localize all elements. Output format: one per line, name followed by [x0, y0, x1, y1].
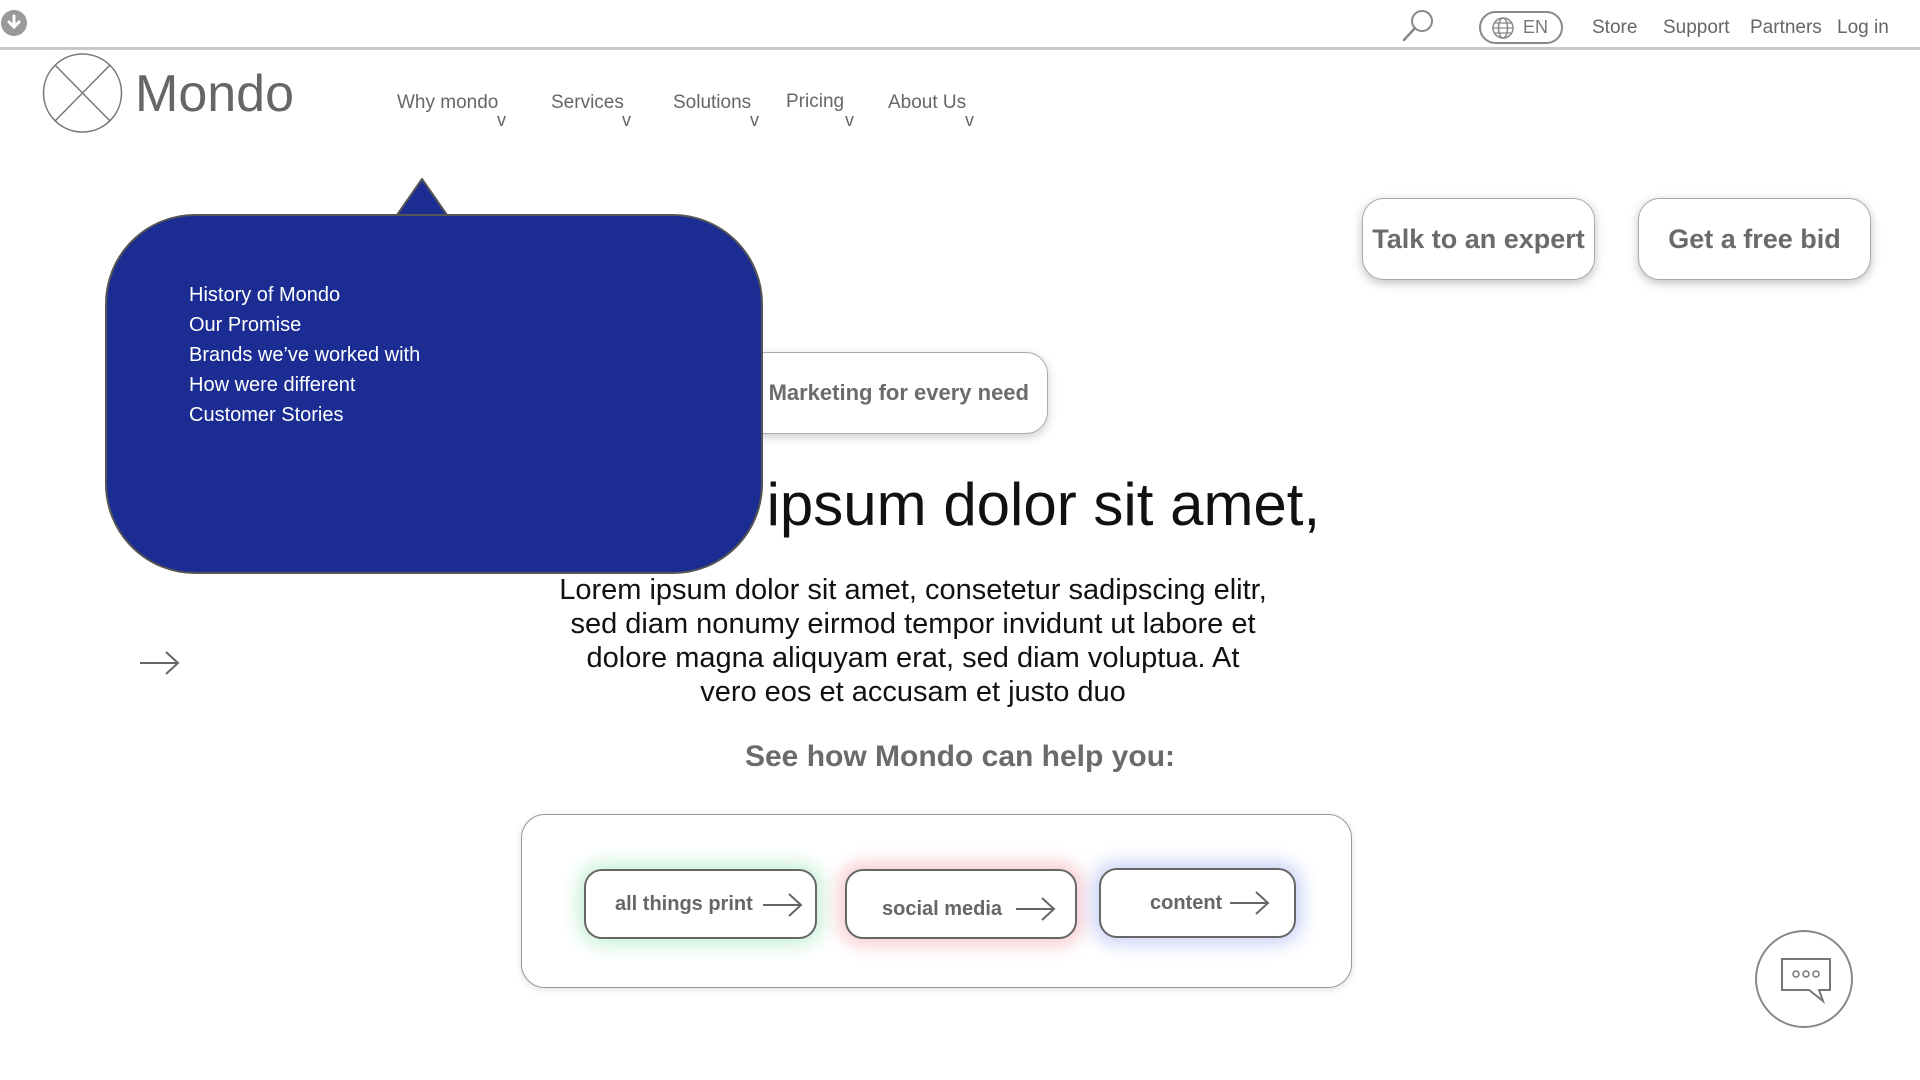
chevron-down-icon[interactable]: v — [965, 110, 974, 131]
utility-bar: EN Store Support Partners Log in — [0, 0, 1920, 50]
arrow-right-icon — [763, 893, 803, 917]
login-link[interactable]: Log in — [1837, 17, 1889, 39]
hero-body: Lorem ipsum dolor sit amet, consetetur s… — [559, 574, 1267, 708]
partners-link[interactable]: Partners — [1750, 17, 1822, 39]
dropdown-pointer — [396, 178, 448, 216]
content-button[interactable]: content — [1099, 868, 1296, 938]
chevron-down-icon[interactable]: v — [845, 110, 854, 131]
chat-bubble-icon — [1781, 958, 1831, 1004]
all-things-print-button[interactable]: all things print — [584, 869, 817, 939]
helper-heading: See how Mondo can help you: — [744, 740, 1176, 773]
nav-about-us[interactable]: About Us — [888, 92, 966, 114]
chat-button[interactable] — [1755, 930, 1853, 1028]
arrow-right-icon — [1016, 897, 1056, 921]
nav-solutions[interactable]: Solutions — [673, 92, 751, 114]
social-media-button[interactable]: social media — [845, 869, 1077, 939]
dropdown-item-brands[interactable]: Brands we’ve worked with — [189, 340, 420, 370]
arrow-right-icon[interactable] — [138, 648, 182, 678]
language-selector[interactable]: EN — [1479, 11, 1563, 44]
globe-icon — [1492, 16, 1514, 39]
option-label: all things print — [615, 892, 753, 915]
nav-services[interactable]: Services — [551, 92, 624, 114]
brand-name[interactable]: Mondo — [135, 64, 294, 124]
chevron-down-icon[interactable]: v — [497, 110, 506, 131]
dropdown-menu: History of Mondo Our Promise Brands we’v… — [189, 280, 420, 430]
dropdown-item-different[interactable]: How were different — [189, 370, 420, 400]
free-bid-button[interactable]: Get a free bid — [1638, 198, 1871, 280]
store-link[interactable]: Store — [1592, 17, 1637, 39]
options-card: all things print social media content — [521, 814, 1352, 988]
support-link[interactable]: Support — [1663, 17, 1730, 39]
dropdown-item-history[interactable]: History of Mondo — [189, 280, 420, 310]
dropdown-item-promise[interactable]: Our Promise — [189, 310, 420, 340]
logo-icon[interactable] — [41, 53, 124, 133]
why-mondo-dropdown: History of Mondo Our Promise Brands we’v… — [105, 214, 763, 574]
talk-to-expert-button[interactable]: Talk to an expert — [1362, 198, 1595, 280]
nav-why-mondo[interactable]: Why mondo — [397, 92, 498, 114]
dropdown-item-stories[interactable]: Customer Stories — [189, 400, 420, 430]
search-icon[interactable] — [1400, 8, 1436, 44]
download-icon[interactable] — [0, 9, 28, 37]
arrow-right-icon — [1230, 891, 1270, 915]
option-label: content — [1150, 891, 1223, 914]
nav-pricing[interactable]: Pricing — [786, 91, 844, 113]
chevron-down-icon[interactable]: v — [622, 110, 631, 131]
tagline-badge: Marketing for every need — [740, 352, 1048, 434]
language-label: EN — [1523, 17, 1549, 37]
option-label: social media — [882, 898, 1003, 920]
chevron-down-icon[interactable]: v — [750, 110, 759, 131]
